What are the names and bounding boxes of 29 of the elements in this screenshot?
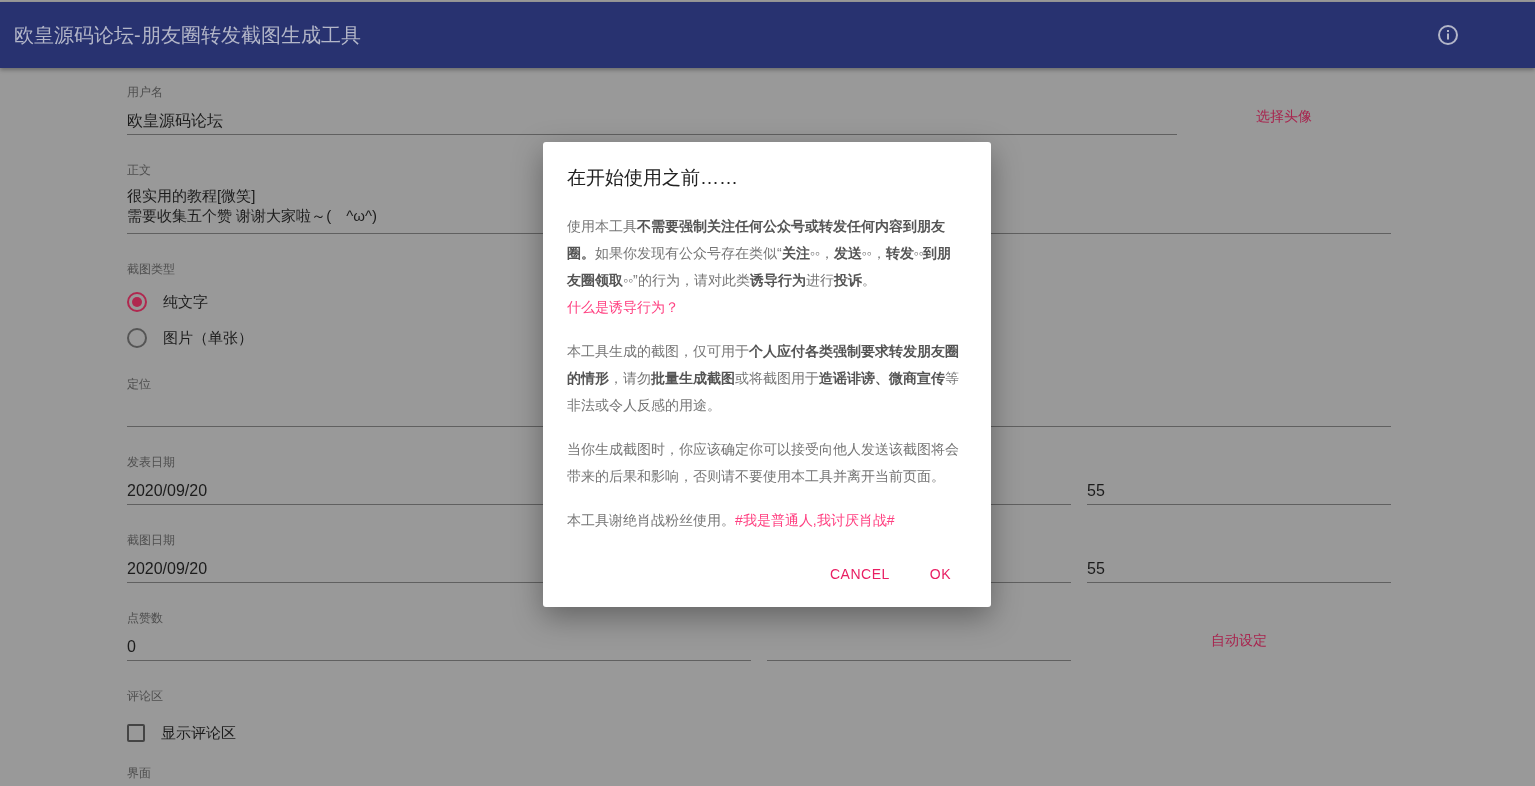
radio-button[interactable]: [127, 328, 147, 348]
field-label: 截图类型: [127, 261, 175, 277]
radio-button[interactable]: [127, 292, 147, 312]
field-label: 正文: [127, 162, 151, 178]
app-title: 欧皇源码论坛-朋友圈转发截图生成工具: [14, 23, 361, 48]
option-label: 纯文字: [163, 291, 208, 312]
ok-button[interactable]: OK: [921, 555, 959, 593]
dialog-paragraph: 使用本工具不需要强制关注任何公众号或转发任何内容到朋友圈。如果你发现有公众号存在类似“关注◦◦，发送◦◦，转发◦◦到朋友圈领取◦◦”的行为，请对此类诱导行为进行投诉。 什么是诱导行为？: [567, 216, 953, 317]
field-label: 定位: [127, 376, 151, 392]
field-label: 发表日期: [127, 454, 175, 470]
input-field[interactable]: 0: [127, 626, 751, 661]
field-label: 用户名: [127, 84, 163, 100]
input-field[interactable]: 欧皇源码论坛: [127, 100, 1177, 135]
checkbox[interactable]: [127, 724, 145, 742]
dialog-link[interactable]: 什么是诱导行为？: [567, 298, 679, 315]
info-icon[interactable]: [1437, 24, 1459, 46]
field-label: 点赞数: [127, 610, 163, 626]
option-label: 图片（单张）: [163, 327, 253, 348]
input-field[interactable]: 55: [1087, 470, 1391, 505]
input-field[interactable]: 55: [1087, 548, 1391, 583]
cancel-button[interactable]: CANCEL: [821, 555, 898, 593]
dialog-link[interactable]: #我是普通人,我讨厌肖战#: [735, 511, 895, 528]
field-label: 评论区: [127, 688, 163, 704]
dialog-title: 在开始使用之前……: [567, 166, 739, 190]
field-label: 截图日期: [127, 532, 175, 548]
dialog-paragraph: 本工具生成的截图，仅可用于个人应付各类强制要求转发朋友圈的情形，请勿批量生成截图或将截图用于造谣诽谤、微商宣传等非法或令人反感的用途。: [567, 341, 959, 415]
field-label: 界面: [127, 765, 151, 781]
dialog-paragraph: 本工具谢绝肖战粉丝使用。#我是普通人,我讨厌肖战#: [567, 510, 896, 530]
checkbox-label: 显示评论区: [161, 722, 236, 743]
